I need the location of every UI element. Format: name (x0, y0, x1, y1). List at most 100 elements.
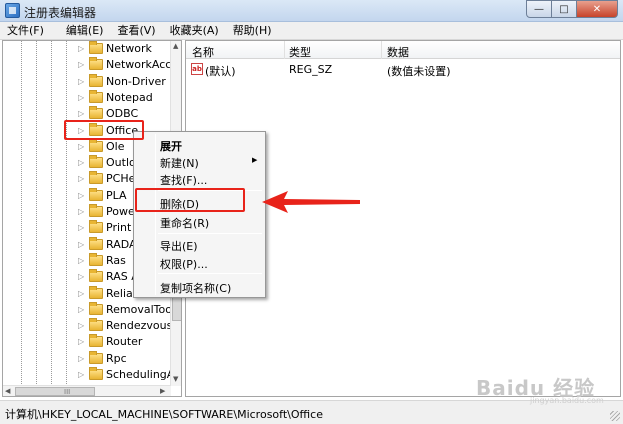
expand-arrow-icon[interactable]: ▷ (78, 256, 84, 265)
expand-arrow-icon[interactable]: ▷ (78, 44, 84, 53)
tree-item-label: RemovalTool (106, 302, 176, 316)
scroll-left-icon[interactable]: ◀ (5, 387, 10, 395)
folder-icon (89, 57, 103, 71)
expand-arrow-icon[interactable]: ▷ (78, 272, 84, 281)
menu-item-permissions[interactable]: 权限(P)... (160, 256, 208, 272)
office-highlight-box (64, 120, 144, 140)
regedit-app-icon (5, 3, 20, 18)
tree-item-label: Print (106, 221, 132, 235)
menu-item-new[interactable]: 新建(N) (160, 155, 199, 171)
folder-icon (89, 350, 103, 364)
baidu-watermark-url: jingyan.baidu.com (530, 396, 604, 405)
expand-arrow-icon[interactable]: ▷ (78, 370, 84, 379)
expand-arrow-icon[interactable]: ▷ (78, 109, 84, 118)
string-value-icon: ab (191, 63, 203, 75)
resize-grip-icon[interactable] (610, 411, 620, 421)
menu-item-find[interactable]: 查找(F)... (160, 172, 207, 188)
tree-item-label: Ras (106, 253, 126, 267)
tree-item[interactable]: ▷ RendezvousA (3, 318, 180, 334)
tree-item-label: PLA (106, 188, 127, 202)
expand-arrow-icon[interactable]: ▷ (78, 289, 84, 298)
expand-arrow-icon[interactable]: ▷ (78, 142, 84, 151)
column-divider[interactable] (381, 41, 382, 59)
menu-view[interactable]: 查看(V) (110, 22, 162, 40)
close-button[interactable]: ✕ (576, 0, 618, 18)
expand-arrow-icon[interactable]: ▷ (78, 305, 84, 314)
column-header-data[interactable]: 数据 (387, 44, 409, 60)
column-divider[interactable] (284, 41, 285, 59)
menu-file[interactable]: 文件(F) (0, 22, 51, 40)
expand-arrow-icon[interactable]: ▷ (78, 191, 84, 200)
red-arrow-icon (262, 191, 360, 213)
menu-favorites[interactable]: 收藏夹(A) (163, 22, 226, 40)
list-header: 名称 类型 数据 (186, 41, 620, 59)
folder-icon (89, 155, 103, 169)
table-row[interactable]: ab (默认) REG_SZ (数值未设置) (186, 61, 620, 78)
scroll-thumb[interactable]: III (15, 387, 95, 396)
folder-icon (89, 89, 103, 103)
title-bar: 注册表编辑器 — □ ✕ (0, 0, 623, 22)
scroll-right-icon[interactable]: ▶ (160, 387, 165, 395)
tree-item-label: Notepad (106, 90, 153, 104)
expand-arrow-icon[interactable]: ▷ (78, 240, 84, 249)
expand-arrow-icon[interactable]: ▷ (78, 60, 84, 69)
tree-item[interactable]: ▷ NetworkAcce (3, 57, 178, 73)
context-menu: 展开 新建(N) ▶ 查找(F)... 删除(D) 重命名(R) 导出(E) 权… (133, 131, 266, 298)
menu-separator (158, 273, 262, 274)
tree-item[interactable]: ▷ Non-Driver S (3, 73, 176, 90)
tree-item-label: RendezvousA (106, 319, 180, 333)
expand-arrow-icon[interactable]: ▷ (78, 174, 84, 183)
value-name: (默认) (205, 65, 236, 78)
tree-item-label: Network (106, 42, 152, 55)
value-data: (数值未设置) (387, 65, 451, 78)
column-header-name[interactable]: 名称 (192, 44, 214, 60)
folder-icon (89, 269, 103, 283)
tree-item-label: Non-Driver S (106, 74, 177, 88)
tree-item-label: RADA (106, 237, 137, 251)
tree-item[interactable]: ▷ Router (3, 334, 171, 350)
minimize-button[interactable]: — (526, 0, 552, 18)
menu-item-copy-key-name[interactable]: 复制项名称(C) (160, 280, 231, 296)
folder-icon (89, 187, 103, 201)
delete-highlight-box (135, 188, 245, 212)
window-controls: — □ ✕ (526, 0, 618, 18)
menu-item-export[interactable]: 导出(E) (160, 238, 198, 254)
folder-icon (89, 106, 103, 120)
expand-arrow-icon[interactable]: ▷ (78, 77, 84, 86)
expand-arrow-icon[interactable]: ▷ (78, 158, 84, 167)
tree-item[interactable]: ▷ Network (3, 41, 171, 57)
tree-item-label: ODBC (106, 107, 139, 121)
column-header-type[interactable]: 类型 (289, 44, 311, 60)
menu-edit[interactable]: 编辑(E) (59, 22, 111, 40)
folder-icon (89, 171, 103, 185)
value-type: REG_SZ (289, 63, 333, 76)
folder-icon (89, 318, 103, 332)
scroll-down-icon[interactable]: ▼ (173, 375, 178, 383)
tree-item-label: Router (106, 335, 143, 349)
menu-help[interactable]: 帮助(H) (226, 22, 279, 40)
window-title: 注册表编辑器 (24, 6, 97, 20)
menu-bar: 文件(F) 编辑(E) 查看(V) 收藏夹(A) 帮助(H) (0, 22, 623, 40)
menu-item-rename[interactable]: 重命名(R) (160, 215, 209, 231)
tree-item-label: Ole (106, 139, 125, 153)
folder-icon (89, 285, 103, 299)
folder-icon (89, 334, 103, 348)
expand-arrow-icon[interactable]: ▷ (78, 321, 84, 330)
menu-item-expand[interactable]: 展开 (160, 138, 182, 154)
scroll-up-icon[interactable]: ▲ (173, 42, 178, 50)
expand-arrow-icon[interactable]: ▷ (78, 354, 84, 363)
tree-item[interactable]: ▷ Rpc (3, 350, 171, 367)
tree-item[interactable]: ▷ SchedulingAg (3, 367, 181, 383)
tree-horizontal-scrollbar[interactable]: ◀ III ▶ (3, 385, 171, 396)
tree-item[interactable]: ▷ RemovalTool (3, 301, 175, 318)
folder-icon (89, 204, 103, 217)
tree-item[interactable]: ▷ Notepad (3, 89, 171, 106)
maximize-button[interactable]: □ (551, 0, 577, 18)
folder-icon (89, 220, 103, 234)
expand-arrow-icon[interactable]: ▷ (78, 207, 84, 216)
tree-item-label: Powe (106, 205, 135, 218)
expand-arrow-icon[interactable]: ▷ (78, 93, 84, 102)
expand-arrow-icon[interactable]: ▷ (78, 223, 84, 232)
tree-item-label: Outlo (106, 156, 136, 170)
expand-arrow-icon[interactable]: ▷ (78, 337, 84, 346)
